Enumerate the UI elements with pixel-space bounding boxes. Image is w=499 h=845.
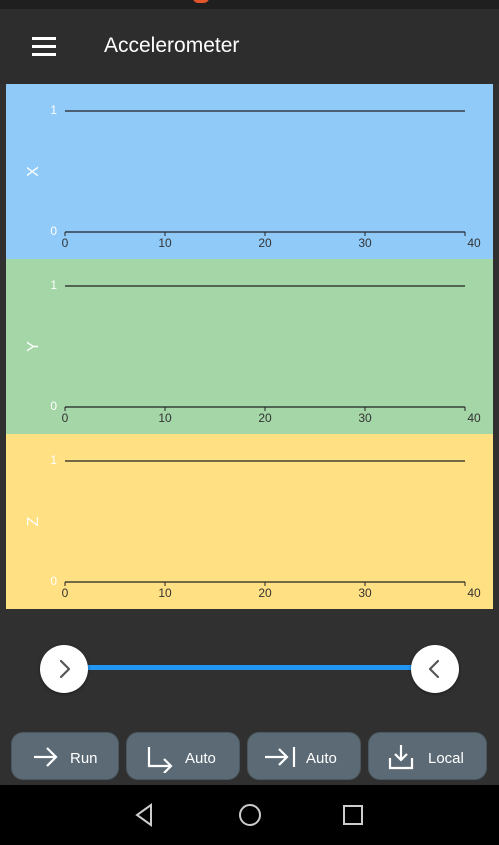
x-tick-label: 0 xyxy=(62,236,69,250)
x-tick-label: 0 xyxy=(62,586,69,600)
chart-z: 1 0 0 10 20 30 40 Z xyxy=(6,434,493,609)
axis-label: Z xyxy=(25,516,42,526)
recents-icon[interactable] xyxy=(339,801,367,829)
range-end-handle[interactable] xyxy=(411,645,459,693)
arrow-to-bar-icon xyxy=(265,747,296,767)
back-icon[interactable] xyxy=(131,801,159,829)
hamburger-icon-line xyxy=(32,53,56,56)
range-slider-track[interactable] xyxy=(64,665,436,670)
app-title: Accelerometer xyxy=(104,34,240,57)
chart-background xyxy=(6,84,493,259)
chart-y-plot: 100 10 20 30 40Y xyxy=(6,259,493,434)
chart-z-plot: 100 10 20 30 40Z xyxy=(6,434,493,609)
menu-button[interactable] xyxy=(30,37,58,57)
x-tick-label: 20 xyxy=(258,236,272,250)
chevron-left-icon xyxy=(428,659,440,679)
x-tick-label: 30 xyxy=(358,586,372,600)
auto-scroll-button-label: Auto xyxy=(306,750,337,767)
y-tick-label: 0 xyxy=(50,399,57,413)
auto-scroll-button[interactable]: Auto xyxy=(247,732,361,780)
x-tick-label: 10 xyxy=(158,236,172,250)
x-tick-label: 30 xyxy=(358,236,372,250)
x-tick-label: 30 xyxy=(358,411,372,425)
range-start-handle[interactable] xyxy=(40,645,88,693)
y-tick-label: 1 xyxy=(50,453,57,467)
y-tick-label: 0 xyxy=(50,574,57,588)
chevron-right-icon xyxy=(59,659,71,679)
download-tray-icon xyxy=(388,745,414,770)
home-icon[interactable] xyxy=(236,801,264,829)
chart-y: 1 0 0 10 20 30 40 Y xyxy=(6,259,493,434)
chart-background xyxy=(6,259,493,434)
auto-scale-button[interactable]: Auto xyxy=(126,732,240,780)
x-tick-label: 0 xyxy=(62,411,69,425)
auto-scale-button-label: Auto xyxy=(185,750,216,767)
arrow-down-right-icon xyxy=(147,747,173,773)
x-tick-label: 10 xyxy=(158,586,172,600)
charts-area: 1 0 0 10 20 30 40 X 1 0 0 10 20 30 40 Y 1 0 0 10 20 30 40 Z xyxy=(6,84,493,609)
x-tick-label: 40 xyxy=(467,236,481,250)
app-bar: Accelerometer xyxy=(0,9,499,84)
x-tick-label: 40 xyxy=(467,411,481,425)
chart-background xyxy=(6,434,493,609)
arrow-right-icon xyxy=(34,747,58,767)
y-tick-label: 1 xyxy=(50,278,57,292)
x-tick-label: 20 xyxy=(258,586,272,600)
axis-label: Y xyxy=(25,341,42,352)
x-tick-label: 20 xyxy=(258,411,272,425)
x-tick-label: 40 xyxy=(467,586,481,600)
app-screen: Accelerometer 1 0 0 10 20 30 40 X 1 0 0 10 20 30 40 Y … xyxy=(0,0,499,845)
hamburger-icon-line xyxy=(32,45,56,48)
system-navigation-bar xyxy=(0,785,499,845)
chart-x-plot: 100 10 20 30 40X xyxy=(6,84,493,259)
hamburger-icon xyxy=(32,37,56,40)
y-tick-label: 1 xyxy=(50,103,57,117)
y-tick-label: 0 xyxy=(50,224,57,238)
status-bar xyxy=(0,0,499,9)
local-save-button[interactable]: Local xyxy=(368,732,487,780)
axis-label: X xyxy=(25,166,42,177)
chart-x: 1 0 0 10 20 30 40 X xyxy=(6,84,493,259)
run-button-label: Run xyxy=(70,750,98,767)
run-button[interactable]: Run xyxy=(11,732,119,780)
range-controls xyxy=(0,609,499,729)
x-tick-label: 10 xyxy=(158,411,172,425)
local-save-button-label: Local xyxy=(428,750,464,767)
notification-dot-icon xyxy=(193,0,209,3)
action-buttons: Run Auto Auto Local xyxy=(0,729,499,785)
